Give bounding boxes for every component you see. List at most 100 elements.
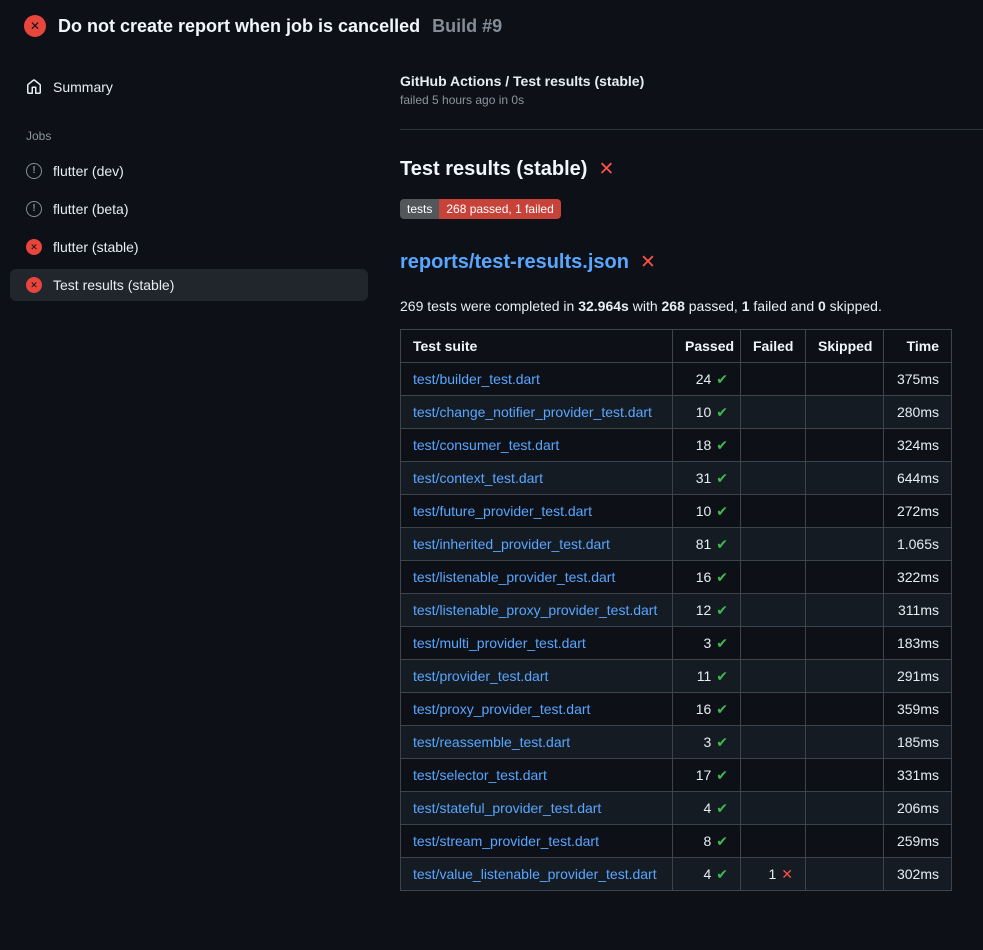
suite-cell: test/consumer_test.dart (401, 429, 673, 462)
sidebar-item-flutter-beta[interactable]: !flutter (beta) (10, 193, 368, 225)
summary-text: passed, (685, 298, 742, 314)
column-header-time: Time (884, 330, 952, 363)
page-layout: Summary Jobs !flutter (dev)!flutter (bet… (0, 49, 983, 891)
failed-count: 1 (768, 866, 776, 882)
failed-cell (741, 462, 806, 495)
page-title: Do not create report when job is cancell… (58, 16, 420, 37)
time-cell: 331ms (884, 759, 952, 792)
passed-count: 17 (696, 767, 712, 783)
suite-cell: test/reassemble_test.dart (401, 726, 673, 759)
suite-cell: test/listenable_proxy_provider_test.dart (401, 594, 673, 627)
test-suite-link[interactable]: test/provider_test.dart (413, 668, 548, 684)
check-icon: ✔ (716, 866, 728, 882)
alert-circle-icon: ! (26, 201, 42, 217)
test-suite-link[interactable]: test/listenable_provider_test.dart (413, 569, 615, 585)
summary-line: 269 tests were completed in 32.964s with… (400, 298, 983, 314)
test-suite-link[interactable]: test/stateful_provider_test.dart (413, 800, 601, 816)
failed-cell (741, 825, 806, 858)
table-row: test/listenable_provider_test.dart16✔322… (401, 561, 952, 594)
summary-text: 269 tests were completed in (400, 298, 578, 314)
suite-cell: test/listenable_provider_test.dart (401, 561, 673, 594)
tests-status-badge: tests 268 passed, 1 failed (400, 199, 561, 219)
test-suite-link[interactable]: test/consumer_test.dart (413, 437, 559, 453)
passed-cell: 81✔ (673, 528, 741, 561)
test-suite-link[interactable]: test/value_listenable_provider_test.dart (413, 866, 657, 882)
skipped-cell (806, 627, 884, 660)
skipped-cell (806, 660, 884, 693)
test-table-head-row: Test suitePassedFailedSkippedTime (401, 330, 952, 363)
time-cell: 183ms (884, 627, 952, 660)
run-meta: failed 5 hours ago in 0s (400, 93, 983, 107)
suite-cell: test/provider_test.dart (401, 660, 673, 693)
suite-cell: test/future_provider_test.dart (401, 495, 673, 528)
sidebar-item-summary[interactable]: Summary (10, 71, 368, 103)
failed-cell (741, 792, 806, 825)
sidebar-item-flutter-dev[interactable]: !flutter (dev) (10, 155, 368, 187)
table-row: test/proxy_provider_test.dart16✔359ms (401, 693, 952, 726)
test-suite-link[interactable]: test/context_test.dart (413, 470, 543, 486)
column-header-failed: Failed (741, 330, 806, 363)
passed-count: 16 (696, 569, 712, 585)
sidebar-item-test-results-stable[interactable]: ✕Test results (stable) (10, 269, 368, 301)
table-row: test/value_listenable_provider_test.dart… (401, 858, 952, 891)
passed-cell: 17✔ (673, 759, 741, 792)
failed-cell (741, 363, 806, 396)
test-suite-link[interactable]: test/builder_test.dart (413, 371, 540, 387)
passed-count: 16 (696, 701, 712, 717)
skipped-cell (806, 792, 884, 825)
check-icon: ✔ (716, 734, 728, 750)
time-cell: 259ms (884, 825, 952, 858)
test-suite-link[interactable]: test/multi_provider_test.dart (413, 635, 586, 651)
failed-cell (741, 759, 806, 792)
table-row: test/stateful_provider_test.dart4✔206ms (401, 792, 952, 825)
table-row: test/stream_provider_test.dart8✔259ms (401, 825, 952, 858)
check-icon: ✔ (716, 635, 728, 651)
section-title: Test results (stable) ✕ (400, 158, 983, 181)
test-table-body: test/builder_test.dart24✔375mstest/chang… (401, 363, 952, 891)
test-suite-link[interactable]: test/change_notifier_provider_test.dart (413, 404, 652, 420)
job-label: flutter (dev) (53, 163, 124, 179)
passed-count: 81 (696, 536, 712, 552)
table-row: test/change_notifier_provider_test.dart 1… (401, 396, 952, 429)
check-icon: ✔ (716, 470, 728, 486)
passed-count: 8 (703, 833, 711, 849)
failed-cell (741, 594, 806, 627)
test-suite-link[interactable]: test/stream_provider_test.dart (413, 833, 599, 849)
table-row: test/reassemble_test.dart3✔185ms (401, 726, 952, 759)
check-icon: ✔ (716, 701, 728, 717)
passed-cell: 31✔ (673, 462, 741, 495)
page-header: ✕ Do not create report when job is cance… (0, 0, 983, 49)
table-row: test/builder_test.dart24✔375ms (401, 363, 952, 396)
report-file-link[interactable]: reports/test-results.json (400, 251, 629, 274)
time-cell: 302ms (884, 858, 952, 891)
test-suite-link[interactable]: test/listenable_proxy_provider_test.dart (413, 602, 657, 618)
test-suite-link[interactable]: test/reassemble_test.dart (413, 734, 570, 750)
passed-cell: 12✔ (673, 594, 741, 627)
sidebar-item-flutter-stable[interactable]: ✕flutter (stable) (10, 231, 368, 263)
suite-cell: test/context_test.dart (401, 462, 673, 495)
skipped-cell (806, 561, 884, 594)
test-suite-link[interactable]: test/future_provider_test.dart (413, 503, 592, 519)
time-cell: 1.065s (884, 528, 952, 561)
summary-text: failed and (750, 298, 819, 314)
test-suite-link[interactable]: test/inherited_provider_test.dart (413, 536, 610, 552)
failed-x-icon: ✕ (598, 160, 614, 179)
failed-cell (741, 660, 806, 693)
divider (400, 129, 983, 130)
passed-count: 10 (696, 404, 712, 420)
skipped-cell (806, 759, 884, 792)
check-icon: ✔ (716, 404, 728, 420)
test-suite-link[interactable]: test/proxy_provider_test.dart (413, 701, 590, 717)
passed-cell: 10✔ (673, 495, 741, 528)
test-suite-link[interactable]: test/selector_test.dart (413, 767, 547, 783)
skipped-cell (806, 858, 884, 891)
skipped-cell (806, 462, 884, 495)
passed-count: 24 (696, 371, 712, 387)
x-circle-fill-icon: ✕ (26, 239, 42, 255)
skipped-cell (806, 825, 884, 858)
check-icon: ✔ (716, 437, 728, 453)
summary-label: Summary (53, 79, 113, 95)
results-table: Test suitePassedFailedSkippedTime test/b… (400, 329, 952, 891)
failed-cell (741, 561, 806, 594)
skipped-cell (806, 726, 884, 759)
